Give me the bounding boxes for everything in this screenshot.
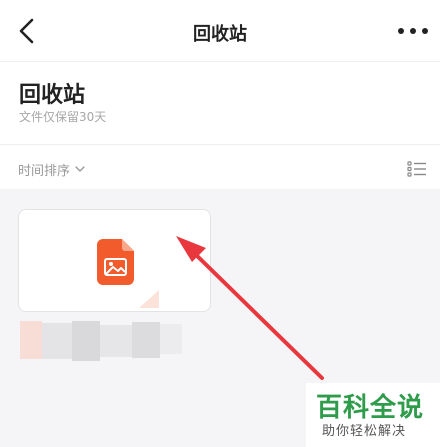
chevron-down-icon — [75, 166, 85, 172]
deleted-file-card[interactable] — [18, 209, 211, 312]
sort-bar: 时间排序 — [0, 144, 440, 189]
more-horizontal-icon — [398, 28, 428, 34]
sort-label: 时间排序 — [18, 163, 71, 179]
redaction-block — [132, 322, 160, 358]
card-corner-shape — [139, 290, 159, 308]
redaction-block — [20, 321, 42, 359]
nav-title: 回收站 — [193, 24, 247, 45]
watermark: 百科全说 助你轻松解决 — [306, 383, 440, 447]
redaction-block — [160, 324, 182, 354]
page-title: 回收站 — [19, 83, 86, 108]
watermark-subtitle: 助你轻松解决 — [322, 424, 407, 439]
sort-dropdown[interactable]: 时间排序 — [18, 160, 86, 179]
redaction-block — [100, 325, 132, 357]
view-toggle-button[interactable] — [406, 158, 428, 180]
file-name-redacted — [20, 321, 182, 361]
nav-bar: 回收站 — [0, 0, 440, 62]
image-file-icon — [97, 239, 134, 285]
watermark-title: 百科全说 — [316, 393, 425, 423]
page-header: 回收站 文件仅保留30天 — [0, 62, 440, 144]
more-button[interactable] — [396, 16, 430, 46]
list-view-icon — [407, 161, 426, 177]
redaction-block — [42, 323, 72, 359]
retention-notice: 文件仅保留30天 — [19, 110, 107, 124]
redaction-block — [72, 321, 100, 361]
